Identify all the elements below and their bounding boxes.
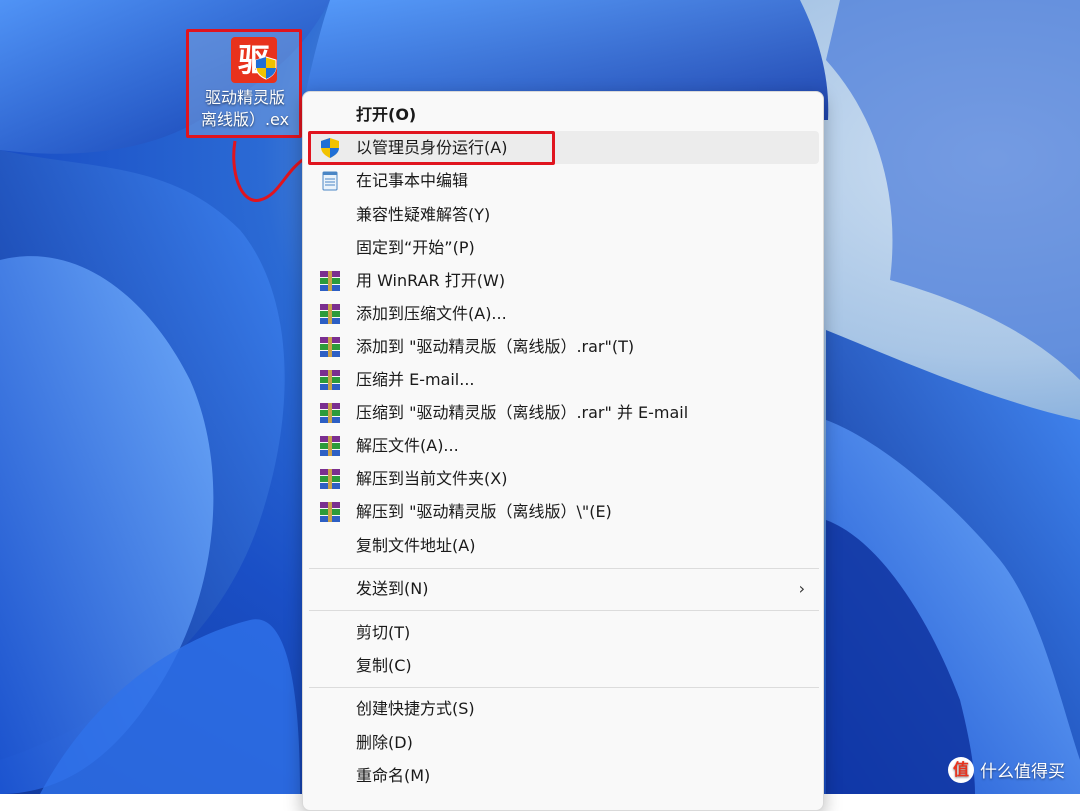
menu-item-cut[interactable]: 剪切(T)	[309, 616, 819, 649]
menu-item-rename[interactable]: 重命名(M)	[309, 759, 819, 792]
menu-item-extract-here[interactable]: 解压到当前文件夹(X)	[309, 462, 819, 495]
menu-item-add-to-rar[interactable]: 添加到 "驱动精灵版（离线版）.rar"(T)	[309, 330, 819, 363]
menu-item-delete[interactable]: 删除(D)	[309, 726, 819, 759]
menu-item-label: 在记事本中编辑	[356, 171, 469, 190]
menu-item-compress-rar-email[interactable]: 压缩到 "驱动精灵版（离线版）.rar" 并 E-mail	[309, 396, 819, 429]
winrar-icon	[319, 435, 341, 457]
menu-item-label: 解压到当前文件夹(X)	[356, 469, 508, 488]
uac-shield-icon	[255, 56, 277, 80]
menu-item-label: 兼容性疑难解答(Y)	[356, 205, 491, 224]
menu-item-label: 用 WinRAR 打开(W)	[356, 271, 506, 290]
menu-item-label: 压缩到 "驱动精灵版（离线版）.rar" 并 E-mail	[356, 403, 689, 422]
menu-item-pin-to-start[interactable]: 固定到“开始”(P)	[309, 231, 819, 264]
watermark-text: 什么值得买	[980, 762, 1065, 782]
menu-item-compress-email[interactable]: 压缩并 E-mail...	[309, 363, 819, 396]
menu-item-label: 以管理员身份运行(A)	[356, 138, 508, 157]
menu-item-label: 解压到 "驱动精灵版（离线版）\"(E)	[356, 502, 612, 521]
menu-item-label: 创建快捷方式(S)	[356, 699, 475, 718]
menu-item-open-winrar[interactable]: 用 WinRAR 打开(W)	[309, 264, 819, 297]
winrar-icon	[319, 402, 341, 424]
menu-item-extract-to-folder[interactable]: 解压到 "驱动精灵版（离线版）\"(E)	[309, 495, 819, 528]
notepad-icon	[322, 171, 338, 191]
menu-item-create-shortcut[interactable]: 创建快捷方式(S)	[309, 692, 819, 725]
menu-item-label: 发送到(N)	[356, 579, 429, 598]
menu-separator	[309, 568, 819, 569]
menu-item-label: 添加到压缩文件(A)...	[356, 304, 507, 323]
menu-item-edit-notepad[interactable]: 在记事本中编辑	[309, 164, 819, 197]
desktop-file-icon[interactable]: 驱 驱动精灵版 离线版）.ex	[188, 31, 300, 136]
winrar-icon	[319, 303, 341, 325]
winrar-icon	[319, 336, 341, 358]
winrar-icon	[319, 270, 341, 292]
menu-item-send-to[interactable]: 发送到(N) ›	[309, 572, 819, 605]
context-menu: 打开(O) 以管理员身份运行(A) 在记事本中编辑 兼容性疑难解答(Y) 固定到…	[302, 91, 824, 811]
desktop-file-name: 驱动精灵版 离线版）.ex	[189, 87, 301, 131]
menu-item-label: 复制(C)	[356, 656, 412, 675]
menu-separator	[309, 610, 819, 611]
menu-item-label: 打开(O)	[356, 105, 417, 124]
winrar-icon	[319, 369, 341, 391]
menu-item-label: 重命名(M)	[356, 766, 431, 785]
chevron-right-icon: ›	[798, 579, 805, 598]
watermark: 值什么值得买	[948, 757, 1065, 787]
desktop-file-name-line1: 驱动精灵版	[204, 88, 285, 107]
menu-item-copy[interactable]: 复制(C)	[309, 649, 819, 682]
menu-item-compat-troubleshoot[interactable]: 兼容性疑难解答(Y)	[309, 198, 819, 231]
menu-item-copy-path[interactable]: 复制文件地址(A)	[309, 529, 819, 562]
watermark-logo-icon: 值	[948, 757, 974, 783]
menu-item-label: 添加到 "驱动精灵版（离线版）.rar"(T)	[356, 337, 635, 356]
menu-item-label: 剪切(T)	[356, 623, 411, 642]
menu-item-open[interactable]: 打开(O)	[309, 98, 819, 131]
menu-item-add-to-archive[interactable]: 添加到压缩文件(A)...	[309, 297, 819, 330]
menu-item-run-as-admin[interactable]: 以管理员身份运行(A)	[309, 131, 819, 164]
winrar-icon	[319, 468, 341, 490]
winrar-icon	[319, 501, 341, 523]
menu-item-label: 复制文件地址(A)	[356, 536, 476, 555]
menu-item-label: 压缩并 E-mail...	[356, 370, 475, 389]
menu-item-extract-files[interactable]: 解压文件(A)...	[309, 429, 819, 462]
menu-separator	[309, 687, 819, 688]
desktop-file-name-line2: 离线版）.ex	[200, 110, 290, 129]
menu-item-label: 删除(D)	[356, 733, 413, 752]
menu-item-label: 解压文件(A)...	[356, 436, 459, 455]
menu-item-label: 固定到“开始”(P)	[356, 238, 475, 257]
uac-shield-icon	[321, 138, 339, 158]
